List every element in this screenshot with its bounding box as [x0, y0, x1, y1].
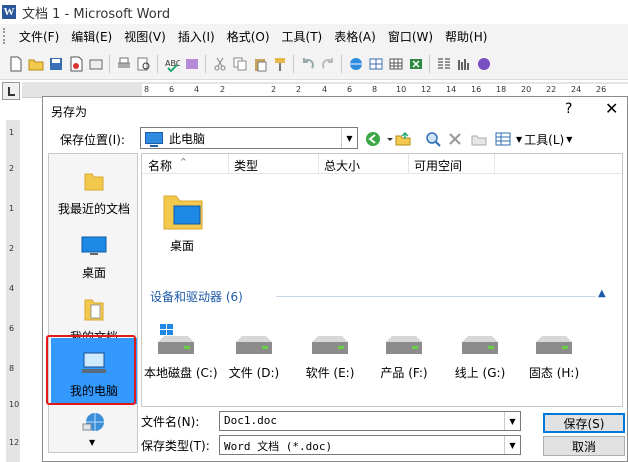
drive-d[interactable]: 文件 (D:) — [222, 324, 286, 384]
drive-h[interactable]: 固态 (H:) — [522, 324, 586, 384]
save-location-label: 保存位置(I): — [60, 133, 125, 147]
email-icon[interactable] — [88, 56, 104, 72]
insert-excel-icon[interactable] — [408, 56, 424, 72]
desktop-folder-label[interactable]: 桌面 — [170, 237, 194, 254]
redo-icon[interactable] — [320, 56, 336, 72]
hard-drive-icon — [310, 334, 350, 354]
hard-drive-icon — [156, 334, 196, 354]
column-total-size[interactable]: 总大小 — [324, 157, 360, 174]
word-app-icon: W — [2, 5, 16, 19]
chevron-down-icon[interactable]: ▼ — [89, 438, 95, 447]
window-title: 文档 1 - Microsoft Word — [22, 6, 171, 22]
svg-text:ABC: ABC — [165, 59, 180, 68]
column-free-space[interactable]: 可用空间 — [414, 157, 462, 174]
new-folder-icon[interactable] — [471, 131, 487, 147]
file-list[interactable]: 名称 ^ 类型 总大小 可用空间 桌面 设备和驱动器 (6) ▲ 本地磁盘 (C… — [141, 153, 623, 407]
save-button[interactable]: 保存(S) — [543, 413, 625, 433]
back-icon[interactable] — [365, 131, 381, 147]
place-desktop[interactable]: 桌面 — [51, 222, 137, 284]
drive-e[interactable]: 软件 (E:) — [298, 324, 362, 384]
chevron-down-icon[interactable]: ▼ — [504, 412, 520, 430]
chevron-down-icon[interactable]: ▼ — [341, 128, 357, 148]
menu-insert[interactable]: 插入(I) — [172, 28, 221, 45]
hard-drive-icon — [384, 334, 424, 354]
network-globe-icon — [81, 410, 107, 436]
menu-help[interactable]: 帮助(H) — [439, 28, 493, 45]
selection-highlight — [46, 335, 136, 405]
window-titlebar: W 文档 1 - Microsoft Word — [0, 0, 628, 24]
new-document-icon[interactable] — [8, 56, 24, 72]
computer-icon — [145, 132, 163, 147]
chevron-down-icon: ▼ — [566, 135, 573, 144]
drive-c[interactable]: 本地磁盘 (C:) — [144, 324, 218, 384]
devices-group-header[interactable]: 设备和驱动器 (6) — [150, 288, 243, 305]
print-preview-icon[interactable] — [136, 56, 152, 72]
columns-icon[interactable] — [436, 56, 452, 72]
menu-table[interactable]: 表格(A) — [328, 28, 382, 45]
spelling-icon[interactable]: ABC — [164, 56, 182, 72]
hard-drive-icon — [534, 334, 574, 354]
menu-view[interactable]: 视图(V) — [118, 28, 172, 45]
dialog-title: 另存为 — [51, 105, 88, 119]
column-type[interactable]: 类型 — [234, 157, 258, 174]
tools-menu[interactable]: ▼ 工具(L) ▼ — [516, 131, 572, 148]
hard-drive-icon — [234, 334, 274, 354]
views-icon[interactable] — [495, 131, 511, 147]
search-web-icon[interactable] — [425, 131, 441, 147]
chevron-down-icon[interactable]: ▼ — [504, 436, 520, 454]
chevron-down-icon: ▼ — [516, 135, 523, 144]
close-button[interactable]: ✕ — [605, 99, 618, 118]
hyperlink-icon[interactable] — [348, 56, 364, 72]
menu-file[interactable]: 文件(F) — [13, 28, 65, 45]
desktop-folder-icon[interactable] — [160, 188, 206, 234]
collapse-icon[interactable]: ▲ — [598, 288, 606, 299]
drive-g[interactable]: 线上 (G:) — [448, 324, 512, 384]
save-as-dialog: 另存为 ? ✕ 保存位置(I): 此电脑 ▼ ▼ 工具(L) ▼ 我最近的文档 … — [42, 96, 628, 462]
column-headers: 名称 ^ 类型 总大小 可用空间 — [142, 154, 622, 174]
paste-icon[interactable] — [252, 56, 268, 72]
up-folder-icon[interactable] — [395, 131, 411, 147]
filetype-label: 保存类型(T): — [141, 439, 210, 453]
vertical-ruler[interactable]: 1 2 1 2 4 6 8 10 12 — [6, 120, 20, 462]
place-recent-documents[interactable]: 我最近的文档 — [51, 158, 137, 220]
drive-f[interactable]: 产品 (F:) — [372, 324, 436, 384]
place-network[interactable]: ▼ — [51, 406, 137, 450]
save-location-select[interactable]: 此电脑 ▼ — [140, 127, 358, 149]
drawing-icon[interactable] — [456, 56, 472, 72]
menu-bar: 文件(F) 编辑(E) 视图(V) 插入(I) 格式(O) 工具(T) 表格(A… — [0, 24, 628, 48]
help-button[interactable]: ? — [565, 101, 572, 117]
menubar-grip[interactable] — [3, 28, 7, 44]
sort-ascending-icon: ^ — [180, 157, 187, 166]
undo-icon[interactable] — [300, 56, 316, 72]
permission-icon[interactable] — [68, 56, 84, 72]
document-map-icon[interactable] — [476, 56, 492, 72]
hard-drive-icon — [460, 334, 500, 354]
research-icon[interactable] — [184, 56, 200, 72]
folder-icon — [81, 168, 107, 194]
filetype-select[interactable]: Word 文档 (*.doc) ▼ — [219, 435, 521, 455]
tab-stop-selector[interactable] — [2, 82, 20, 100]
tables-borders-icon[interactable] — [368, 56, 384, 72]
format-painter-icon[interactable] — [272, 56, 288, 72]
copy-icon[interactable] — [232, 56, 248, 72]
places-bar: 我最近的文档 桌面 我的文档 我的电脑 ▼ — [48, 153, 138, 453]
desktop-icon — [81, 232, 107, 258]
open-folder-icon[interactable] — [28, 56, 44, 72]
save-icon[interactable] — [48, 56, 64, 72]
insert-table-icon[interactable] — [388, 56, 404, 72]
menu-window[interactable]: 窗口(W) — [382, 28, 439, 45]
back-dropdown-icon[interactable] — [386, 131, 394, 147]
standard-toolbar: ABC — [0, 48, 628, 80]
documents-folder-icon — [81, 296, 107, 322]
menu-format[interactable]: 格式(O) — [221, 28, 276, 45]
filename-label: 文件名(N): — [141, 415, 200, 429]
menu-tools[interactable]: 工具(T) — [276, 28, 329, 45]
print-icon[interactable] — [116, 56, 132, 72]
filename-input[interactable]: Doc1.doc ▼ — [219, 411, 521, 431]
delete-icon[interactable] — [447, 131, 463, 147]
cut-icon[interactable] — [212, 56, 228, 72]
menu-edit[interactable]: 编辑(E) — [65, 28, 118, 45]
cancel-button[interactable]: 取消 — [543, 436, 625, 456]
column-name[interactable]: 名称 — [148, 157, 172, 174]
